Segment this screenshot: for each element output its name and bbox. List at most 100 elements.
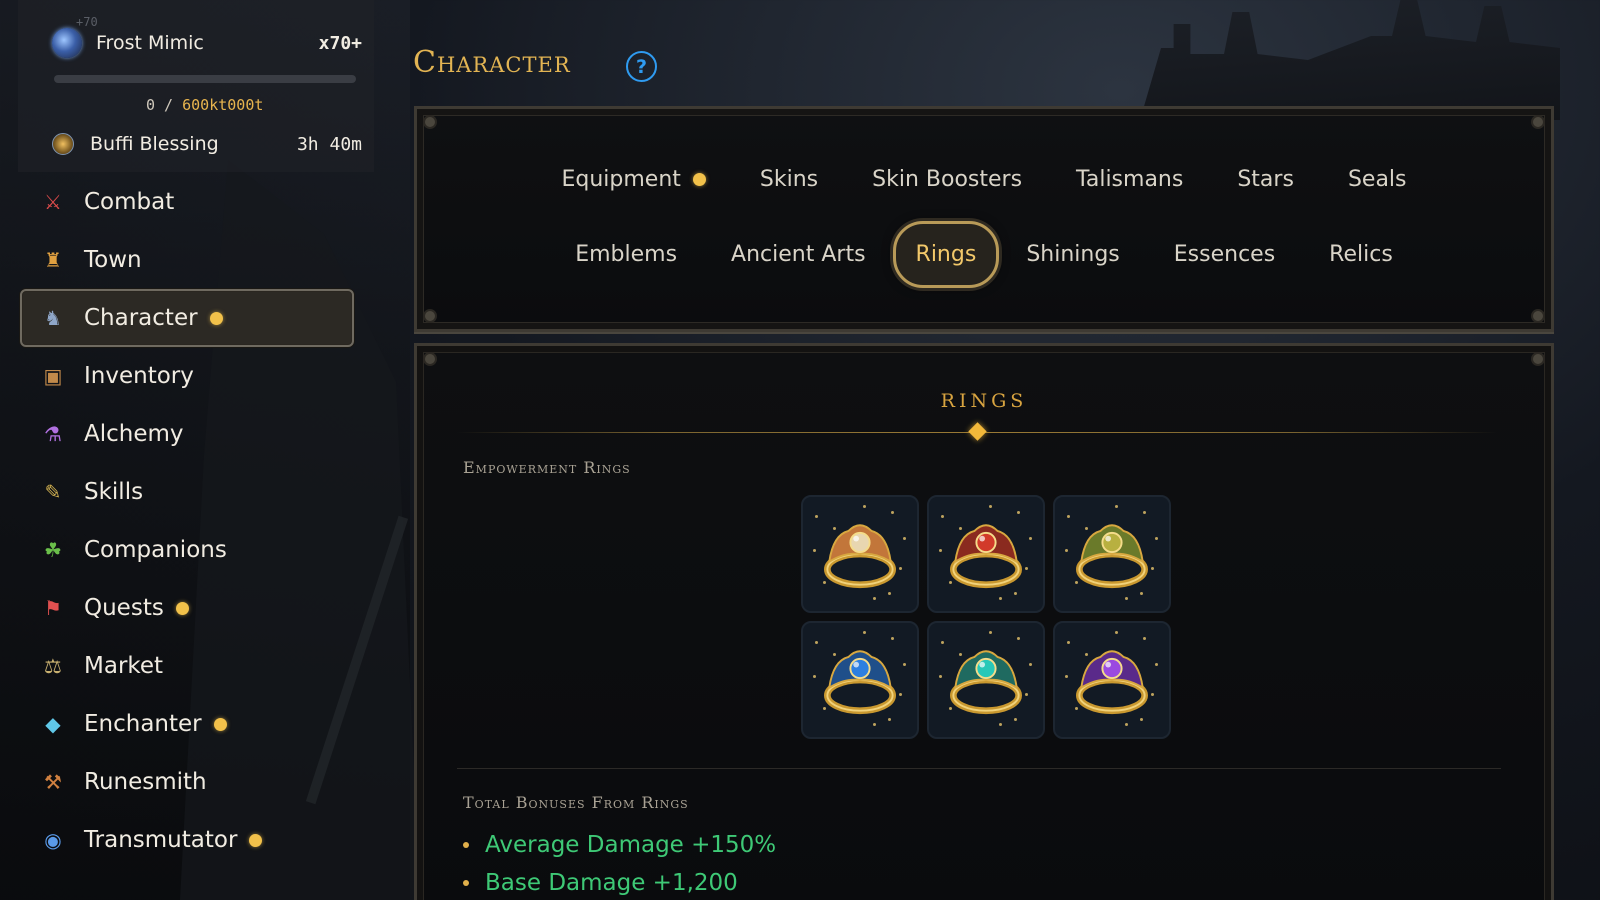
- sparkle: [1014, 592, 1017, 595]
- tab-label: Skin Boosters: [872, 167, 1023, 192]
- castle-icon: ♜: [44, 248, 62, 272]
- sidebar-item-combat[interactable]: ⚔ Combat: [20, 173, 354, 231]
- sparkle: [891, 511, 894, 514]
- sidebar-item-transmutator[interactable]: ◉ Transmutator: [20, 811, 354, 869]
- sidebar-item-quests[interactable]: ⚑ Quests: [20, 579, 354, 637]
- sidebar-item-market[interactable]: ⚖ Market: [20, 637, 354, 695]
- sidebar-item-skills[interactable]: ✎ Skills: [20, 463, 354, 521]
- tabs-panel: Equipment Skins Skin Boosters Talismans Star…: [414, 106, 1554, 332]
- boss-panel[interactable]: +70 Frost Mimic x70+ 0 / 600kt000t Buffi…: [18, 0, 374, 172]
- sidebar-item-label: Market: [84, 653, 164, 679]
- sparkle: [1143, 511, 1146, 514]
- corner-rivet: [1531, 352, 1545, 366]
- page-title: Character: [413, 45, 571, 80]
- tab-skin-boosters[interactable]: Skin Boosters: [845, 159, 1049, 200]
- ring-slot[interactable]: [801, 621, 919, 739]
- sparkle: [863, 631, 866, 634]
- sidebar-item-inventory[interactable]: ▣ Inventory: [20, 347, 354, 405]
- sparkle: [999, 723, 1002, 726]
- sparkle: [1125, 597, 1128, 600]
- boss-progress-current: 0: [146, 96, 156, 114]
- sparkle: [888, 718, 891, 721]
- sidebar-item-character[interactable]: ♞ Character: [20, 289, 354, 347]
- tab-label: Skins: [759, 167, 819, 192]
- question-circle-icon[interactable]: ?: [626, 51, 657, 82]
- ring-slot[interactable]: [801, 495, 919, 613]
- sidebar-item-enchanter[interactable]: ◆ Enchanter: [20, 695, 354, 753]
- sparkle: [813, 549, 816, 552]
- sparkle: [1075, 707, 1078, 710]
- lion-ring-icon: [1076, 524, 1148, 589]
- notification-dot: [209, 311, 223, 325]
- tab-essences[interactable]: Essences: [1147, 234, 1302, 275]
- notification-dot: [175, 601, 189, 615]
- bonus-text: Average Damage +150%: [485, 832, 777, 858]
- tab-shinings[interactable]: Shinings: [999, 234, 1146, 275]
- tab-emblems[interactable]: Emblems: [548, 234, 704, 275]
- bonus-list: Average Damage +150% Base Damage +1,200: [463, 826, 776, 900]
- corner-rivet: [1531, 115, 1545, 129]
- sidebar-item-label: Town: [84, 247, 142, 273]
- tab-row-2: Emblems Ancient Arts Rings Shinings Essences…: [417, 221, 1551, 288]
- tab-stars[interactable]: Stars: [1210, 159, 1321, 200]
- amethyst-ring-icon: [1076, 650, 1148, 715]
- sidebar-item-runesmith[interactable]: ⚒ Runesmith: [20, 753, 354, 811]
- sidebar-item-label: Character: [84, 305, 198, 331]
- tab-rings[interactable]: Rings: [892, 221, 1000, 288]
- sparkle: [1067, 515, 1070, 518]
- bullet-icon: [463, 880, 469, 886]
- tab-talismans[interactable]: Talismans: [1049, 159, 1210, 200]
- tab-skins[interactable]: Skins: [733, 159, 845, 200]
- total-bonuses-heading: Total Bonuses From Rings: [463, 793, 689, 812]
- sparkle: [1143, 637, 1146, 640]
- notification-dot: [213, 717, 227, 731]
- sparkle: [899, 693, 902, 696]
- sparkle: [823, 581, 826, 584]
- sidebar-item-town[interactable]: ♜ Town: [20, 231, 354, 289]
- boss-row: Frost Mimic x70+: [52, 28, 362, 58]
- sidebar-item-alchemy[interactable]: ⚗ Alchemy: [20, 405, 354, 463]
- sparkle: [888, 592, 891, 595]
- sparkle: [949, 581, 952, 584]
- sparkle: [1017, 511, 1020, 514]
- sparkle: [1085, 653, 1088, 656]
- sparkle: [1151, 693, 1154, 696]
- tab-label: Relics: [1329, 242, 1393, 267]
- boss-progress-bar: [54, 75, 356, 83]
- dragon-turquoise-ring-icon: [950, 650, 1022, 715]
- quest-scroll-icon: ⚑: [44, 596, 62, 620]
- tab-seals[interactable]: Seals: [1321, 159, 1434, 200]
- ring-grid: [801, 495, 1171, 739]
- tab-label: Stars: [1237, 167, 1294, 192]
- sparkle: [813, 675, 816, 678]
- sidebar-nav: ⚔ Combat ♜ Town ♞ Character ▣ Inventory ⚗ Alchemy…: [20, 173, 354, 869]
- sidebar-item-label: Inventory: [84, 363, 194, 389]
- sparkle: [1065, 675, 1068, 678]
- paw-icon: ☘: [44, 538, 62, 562]
- section-title: RINGS: [940, 390, 1028, 412]
- ring-slot[interactable]: [1053, 621, 1171, 739]
- boss-level: +70: [76, 15, 98, 29]
- ring-slot[interactable]: [927, 621, 1045, 739]
- sidebar-item-label: Runesmith: [84, 769, 207, 795]
- sparkle: [1029, 663, 1032, 666]
- sparkle: [1017, 637, 1020, 640]
- sidebar-item-companions[interactable]: ☘ Companions: [20, 521, 354, 579]
- blessing-row[interactable]: Buffi Blessing 3h 40m: [52, 130, 362, 158]
- blessing-timer: 3h 40m: [296, 133, 362, 155]
- ring-slot[interactable]: [927, 495, 1045, 613]
- tab-equipment[interactable]: Equipment: [534, 159, 732, 200]
- sparkle: [815, 641, 818, 644]
- sparkle: [939, 675, 942, 678]
- ring-slot[interactable]: [1053, 495, 1171, 613]
- sparkle: [1067, 641, 1070, 644]
- tab-ancient-arts[interactable]: Ancient Arts: [704, 234, 892, 275]
- sparkle: [833, 527, 836, 530]
- sidebar-item-label: Skills: [84, 479, 144, 505]
- sparkle: [873, 597, 876, 600]
- bullet-icon: [463, 842, 469, 848]
- tab-label: Essences: [1173, 242, 1276, 267]
- boss-progress-text: 0 / 600kt000t: [146, 96, 263, 114]
- sparkle: [833, 653, 836, 656]
- tab-relics[interactable]: Relics: [1302, 234, 1420, 275]
